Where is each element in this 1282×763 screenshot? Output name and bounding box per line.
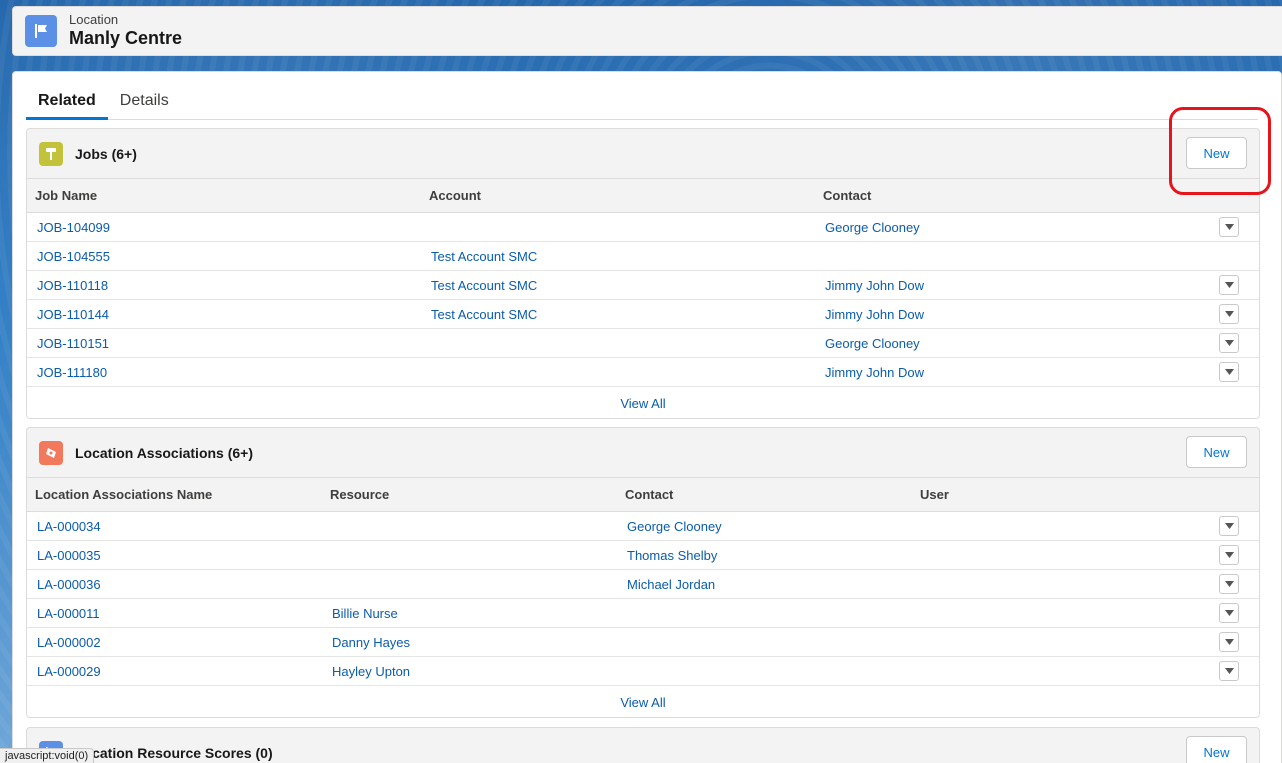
contact-link[interactable]: George Clooney [617,519,912,534]
table-row: LA-000036 Michael Jordan [27,570,1259,599]
table-row: LA-000035 Thomas Shelby [27,541,1259,570]
table-header-row: Job Name Account Contact [27,179,1259,213]
table-row: JOB-110118 Test Account SMC Jimmy John D… [27,271,1259,300]
row-actions-dropdown[interactable] [1219,632,1239,652]
account-link[interactable]: Test Account SMC [421,249,815,264]
location-resource-scores-new-button[interactable]: New [1186,736,1247,763]
chevron-down-icon [1224,552,1234,558]
table-row: JOB-110144 Test Account SMC Jimmy John D… [27,300,1259,329]
chevron-down-icon [1224,581,1234,587]
contact-link[interactable]: Jimmy John Dow [815,307,1209,322]
row-actions-dropdown[interactable] [1219,574,1239,594]
record-header: Location Manly Centre [12,6,1282,56]
job-name-link[interactable]: JOB-111180 [27,365,421,380]
contact-link[interactable]: George Clooney [815,220,1209,235]
chevron-down-icon [1224,311,1234,317]
table-row: JOB-104099 George Clooney [27,213,1259,242]
column-header-name[interactable]: Location Associations Name [27,487,322,502]
location-associations-view-all: View All [27,686,1259,717]
chevron-down-icon [1224,340,1234,346]
resource-link[interactable]: Hayley Upton [322,664,617,679]
resource-link[interactable]: Danny Hayes [322,635,617,650]
column-header-job-name[interactable]: Job Name [27,188,421,203]
row-actions-dropdown[interactable] [1219,661,1239,681]
job-name-link[interactable]: JOB-104555 [27,249,421,264]
row-actions-dropdown[interactable] [1219,362,1239,382]
location-associations-related-list: Location Associations (6+) New Location … [26,427,1260,718]
association-name-link[interactable]: LA-000011 [27,606,322,621]
record-body: Related Details Jobs (6+) New Job Name A… [12,71,1282,763]
association-name-link[interactable]: LA-000034 [27,519,322,534]
table-header-row: Location Associations Name Resource Cont… [27,478,1259,512]
contact-link[interactable]: Jimmy John Dow [815,278,1209,293]
view-all-link[interactable]: View All [620,695,665,710]
object-type-label: Location [69,12,119,28]
chevron-down-icon [1224,610,1234,616]
tab-bar: Related Details [26,86,1258,120]
view-all-link[interactable]: View All [620,396,665,411]
column-header-contact[interactable]: Contact [617,487,912,502]
tab-related[interactable]: Related [26,86,108,120]
table-row: JOB-110151 George Clooney [27,329,1259,358]
flag-icon [25,15,57,47]
chevron-down-icon [1224,668,1234,674]
row-actions-dropdown[interactable] [1219,275,1239,295]
account-link[interactable]: Test Account SMC [421,307,815,322]
job-name-link[interactable]: JOB-110118 [27,278,421,293]
jobs-related-list: Jobs (6+) New Job Name Account Contact J… [26,128,1260,419]
row-actions-dropdown[interactable] [1219,545,1239,565]
location-associations-new-button[interactable]: New [1186,436,1247,468]
job-name-link[interactable]: JOB-110151 [27,336,421,351]
hammer-icon [39,141,63,166]
column-header-resource[interactable]: Resource [322,487,617,502]
jobs-table: Job Name Account Contact JOB-104099 Geor… [27,178,1259,418]
association-name-link[interactable]: LA-000035 [27,548,322,563]
job-name-link[interactable]: JOB-104099 [27,220,421,235]
location-resource-scores-related-list: Location Resource Scores (0) New [26,727,1260,763]
browser-status-bar: javascript:void(0) [0,748,95,763]
chevron-down-icon [1224,224,1234,230]
table-row: LA-000034 George Clooney [27,512,1259,541]
account-link[interactable]: Test Account SMC [421,278,815,293]
chevron-down-icon [1224,639,1234,645]
table-row: LA-000011 Billie Nurse [27,599,1259,628]
row-actions-dropdown[interactable] [1219,304,1239,324]
table-row: LA-000029 Hayley Upton [27,657,1259,686]
ticket-icon [39,440,63,465]
row-actions-dropdown[interactable] [1219,217,1239,237]
chevron-down-icon [1224,282,1234,288]
row-actions-dropdown[interactable] [1219,333,1239,353]
contact-link[interactable]: Jimmy John Dow [815,365,1209,380]
location-associations-title: Location Associations (6+) [75,444,254,461]
location-resource-scores-title: Location Resource Scores (0) [75,744,273,761]
contact-link[interactable]: George Clooney [815,336,1209,351]
chevron-down-icon [1224,523,1234,529]
contact-link[interactable]: Thomas Shelby [617,548,912,563]
contact-link[interactable]: Michael Jordan [617,577,912,592]
jobs-new-button[interactable]: New [1186,137,1247,169]
row-actions-dropdown[interactable] [1219,603,1239,623]
association-name-link[interactable]: LA-000036 [27,577,322,592]
jobs-title: Jobs (6+) [75,145,137,162]
job-name-link[interactable]: JOB-110144 [27,307,421,322]
column-header-account[interactable]: Account [421,188,815,203]
column-header-user[interactable]: User [912,487,1207,502]
chevron-down-icon [1224,369,1234,375]
table-row: LA-000002 Danny Hayes [27,628,1259,657]
row-actions-dropdown[interactable] [1219,516,1239,536]
table-row: JOB-111180 Jimmy John Dow [27,358,1259,387]
tab-details[interactable]: Details [108,86,181,120]
record-title: Manly Centre [69,28,183,48]
location-associations-table: Location Associations Name Resource Cont… [27,477,1259,717]
table-row: JOB-104555 Test Account SMC [27,242,1259,271]
jobs-view-all: View All [27,387,1259,418]
association-name-link[interactable]: LA-000002 [27,635,322,650]
column-header-contact[interactable]: Contact [815,188,1209,203]
association-name-link[interactable]: LA-000029 [27,664,322,679]
resource-link[interactable]: Billie Nurse [322,606,617,621]
